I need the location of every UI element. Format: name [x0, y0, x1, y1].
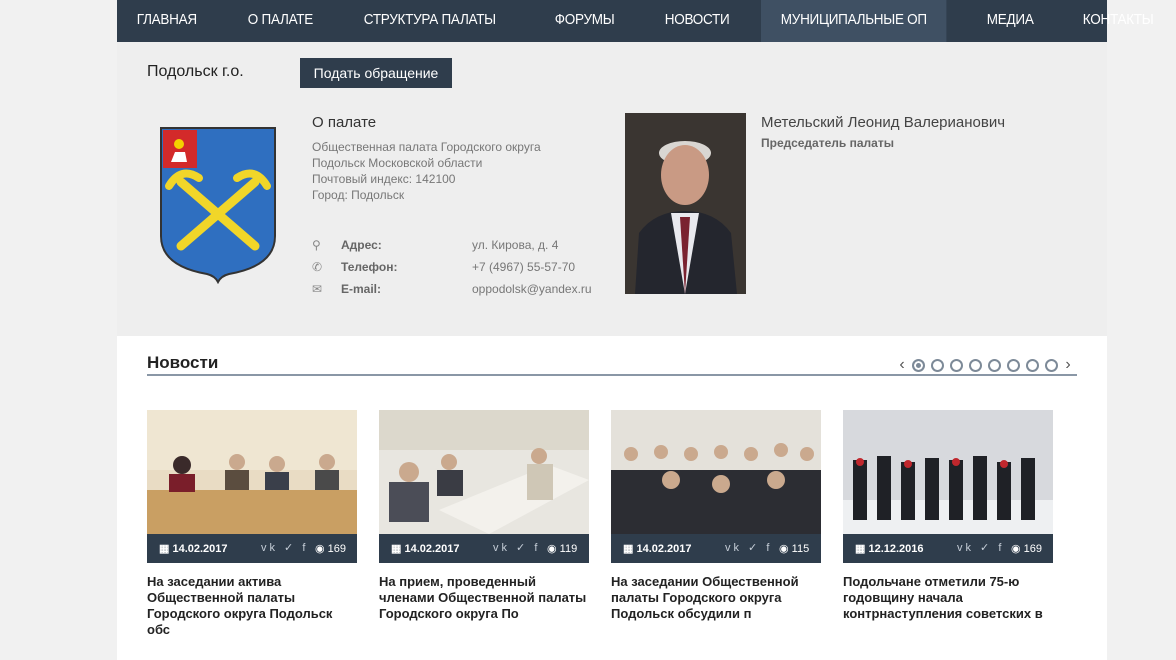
- email-value[interactable]: oppodolsk@yandex.ru: [472, 282, 592, 296]
- news-date: ▦ 12.12.2016: [855, 543, 924, 555]
- pager-dot[interactable]: [988, 358, 1001, 372]
- views-count: ◉ 169: [1011, 543, 1043, 555]
- about-line: Подольск Московской области: [312, 156, 483, 170]
- pager-dot[interactable]: [1007, 358, 1020, 372]
- news-divider: [147, 374, 1077, 376]
- news-title: Новости: [147, 353, 219, 372]
- news-meta-bar: ▦ 12.12.2016 vk ✓ f ◉ 169: [843, 534, 1053, 563]
- news-pager: ‹ ›: [895, 356, 1075, 374]
- views-count-text: 115: [791, 543, 810, 555]
- pager-dot[interactable]: [931, 358, 944, 372]
- chairman-portrait-icon: [625, 113, 746, 294]
- nav-item-contacts[interactable]: КОНТАКТЫ: [1063, 0, 1173, 42]
- share-icons[interactable]: vk ✓ f: [261, 541, 308, 554]
- email-label: E-mail:: [341, 282, 382, 296]
- news-section: Новости ‹ › ▦ 14.02.2017 vk ✓ f ◉ 169 На…: [117, 336, 1107, 660]
- pager-dot[interactable]: [1045, 358, 1058, 372]
- news-meta-bar: ▦ 14.02.2017 vk ✓ f ◉ 115: [611, 534, 821, 563]
- share-icons[interactable]: vk ✓ f: [957, 541, 1004, 554]
- phone-row: ✆ Телефон: +7 (4967) 55-57-70: [312, 260, 612, 282]
- chairman-photo: [625, 113, 746, 294]
- pager-dot[interactable]: [912, 358, 925, 372]
- envelope-icon: ✉: [312, 282, 323, 296]
- nav-item-news[interactable]: НОВОСТИ: [645, 0, 749, 42]
- news-meta-bar: ▦ 14.02.2017 vk ✓ f ◉ 169: [147, 534, 357, 563]
- news-headline[interactable]: На заседании Общественной палаты Городск…: [611, 574, 821, 622]
- address-row: ⚲ Адрес: ул. Кирова, д. 4: [312, 238, 612, 260]
- nav-item-structure[interactable]: СТРУКТУРА ПАЛАТЫ: [344, 0, 516, 42]
- views-count: ◉ 115: [779, 543, 810, 555]
- news-card[interactable]: ▦ 14.02.2017 vk ✓ f ◉ 115 На заседании О…: [611, 410, 821, 622]
- news-date-text: 14.02.2017: [404, 543, 460, 555]
- about-line: Почтовый индекс: 142100: [312, 172, 456, 186]
- news-date-text: 12.12.2016: [868, 543, 924, 555]
- chamber-info-panel: Подольск г.о. Подать обращение О палате …: [117, 42, 1107, 336]
- nav-item-media[interactable]: МЕДИА: [967, 0, 1053, 42]
- main-nav: ГЛАВНАЯ О ПАЛАТЕ СТРУКТУРА ПАЛАТЫ ФОРУМЫ…: [117, 0, 1154, 42]
- chairman-name: Метельский Леонид Валерианович: [761, 114, 1006, 131]
- about-block: О палате Общественная палата Городского …: [312, 114, 602, 203]
- page: ГЛАВНАЯ О ПАЛАТЕ СТРУКТУРА ПАЛАТЫ ФОРУМЫ…: [117, 0, 1154, 660]
- news-card[interactable]: ▦ 14.02.2017 vk ✓ f ◉ 119 На прием, пров…: [379, 410, 589, 622]
- nav-item-about[interactable]: О ПАЛАТЕ: [228, 0, 333, 42]
- news-image[interactable]: [611, 410, 821, 534]
- views-count-text: 169: [1023, 543, 1043, 555]
- news-image[interactable]: [147, 410, 357, 534]
- views-count-text: 169: [327, 543, 347, 555]
- nav-item-home[interactable]: ГЛАВНАЯ: [117, 0, 217, 42]
- news-image[interactable]: [379, 410, 589, 534]
- news-card[interactable]: ▦ 12.12.2016 vk ✓ f ◉ 169 Подольчане отм…: [843, 410, 1053, 622]
- phone-value[interactable]: +7 (4967) 55-57-70: [472, 260, 575, 274]
- map-marker-icon: ⚲: [312, 238, 321, 252]
- news-date: ▦ 14.02.2017: [159, 543, 228, 555]
- news-meta-bar: ▦ 14.02.2017 vk ✓ f ◉ 119: [379, 534, 589, 563]
- address-label: Адрес:: [341, 238, 382, 252]
- nav-item-municipal[interactable]: МУНИЦИПАЛЬНЫЕ ОП: [760, 0, 947, 42]
- chevron-right-icon[interactable]: ›: [1061, 356, 1075, 374]
- views-count: ◉ 119: [547, 543, 578, 555]
- share-icons[interactable]: vk ✓ f: [493, 541, 540, 554]
- address-value: ул. Кирова, д. 4: [472, 238, 559, 252]
- news-date-text: 14.02.2017: [172, 543, 228, 555]
- city-title: Подольск г.о.: [147, 63, 244, 80]
- chevron-left-icon[interactable]: ‹: [895, 356, 909, 374]
- chairman-role: Председатель палаты: [761, 136, 894, 150]
- news-headline[interactable]: На прием, проведенный членами Общественн…: [379, 574, 589, 622]
- news-headline[interactable]: На заседании актива Общественной палаты …: [147, 574, 357, 638]
- email-row: ✉ E-mail: oppodolsk@yandex.ru: [312, 282, 612, 304]
- share-icons[interactable]: vk ✓ f: [725, 541, 772, 554]
- news-date: ▦ 14.02.2017: [391, 543, 460, 555]
- contacts-block: ⚲ Адрес: ул. Кирова, д. 4 ✆ Телефон: +7 …: [312, 238, 612, 304]
- coat-of-arms-icon: [160, 127, 276, 284]
- submit-appeal-button[interactable]: Подать обращение: [300, 58, 452, 88]
- pager-dot[interactable]: [969, 358, 982, 372]
- pager-dot[interactable]: [1026, 358, 1039, 372]
- news-date: ▦ 14.02.2017: [623, 543, 692, 555]
- about-title: О палате: [312, 114, 377, 131]
- views-count-text: 119: [559, 543, 578, 555]
- pager-dot[interactable]: [950, 358, 963, 372]
- about-line: Общественная палата Городского округа: [312, 140, 541, 154]
- phone-label: Телефон:: [341, 260, 398, 274]
- phone-icon: ✆: [312, 260, 323, 274]
- news-date-text: 14.02.2017: [636, 543, 692, 555]
- news-image[interactable]: [843, 410, 1053, 534]
- news-card[interactable]: ▦ 14.02.2017 vk ✓ f ◉ 169 На заседании а…: [147, 410, 357, 638]
- views-count: ◉ 169: [315, 543, 347, 555]
- nav-item-forums[interactable]: ФОРУМЫ: [535, 0, 634, 42]
- news-headline[interactable]: Подольчане отметили 75-ю годовщину начал…: [843, 574, 1053, 622]
- about-line: Город: Подольск: [312, 188, 405, 202]
